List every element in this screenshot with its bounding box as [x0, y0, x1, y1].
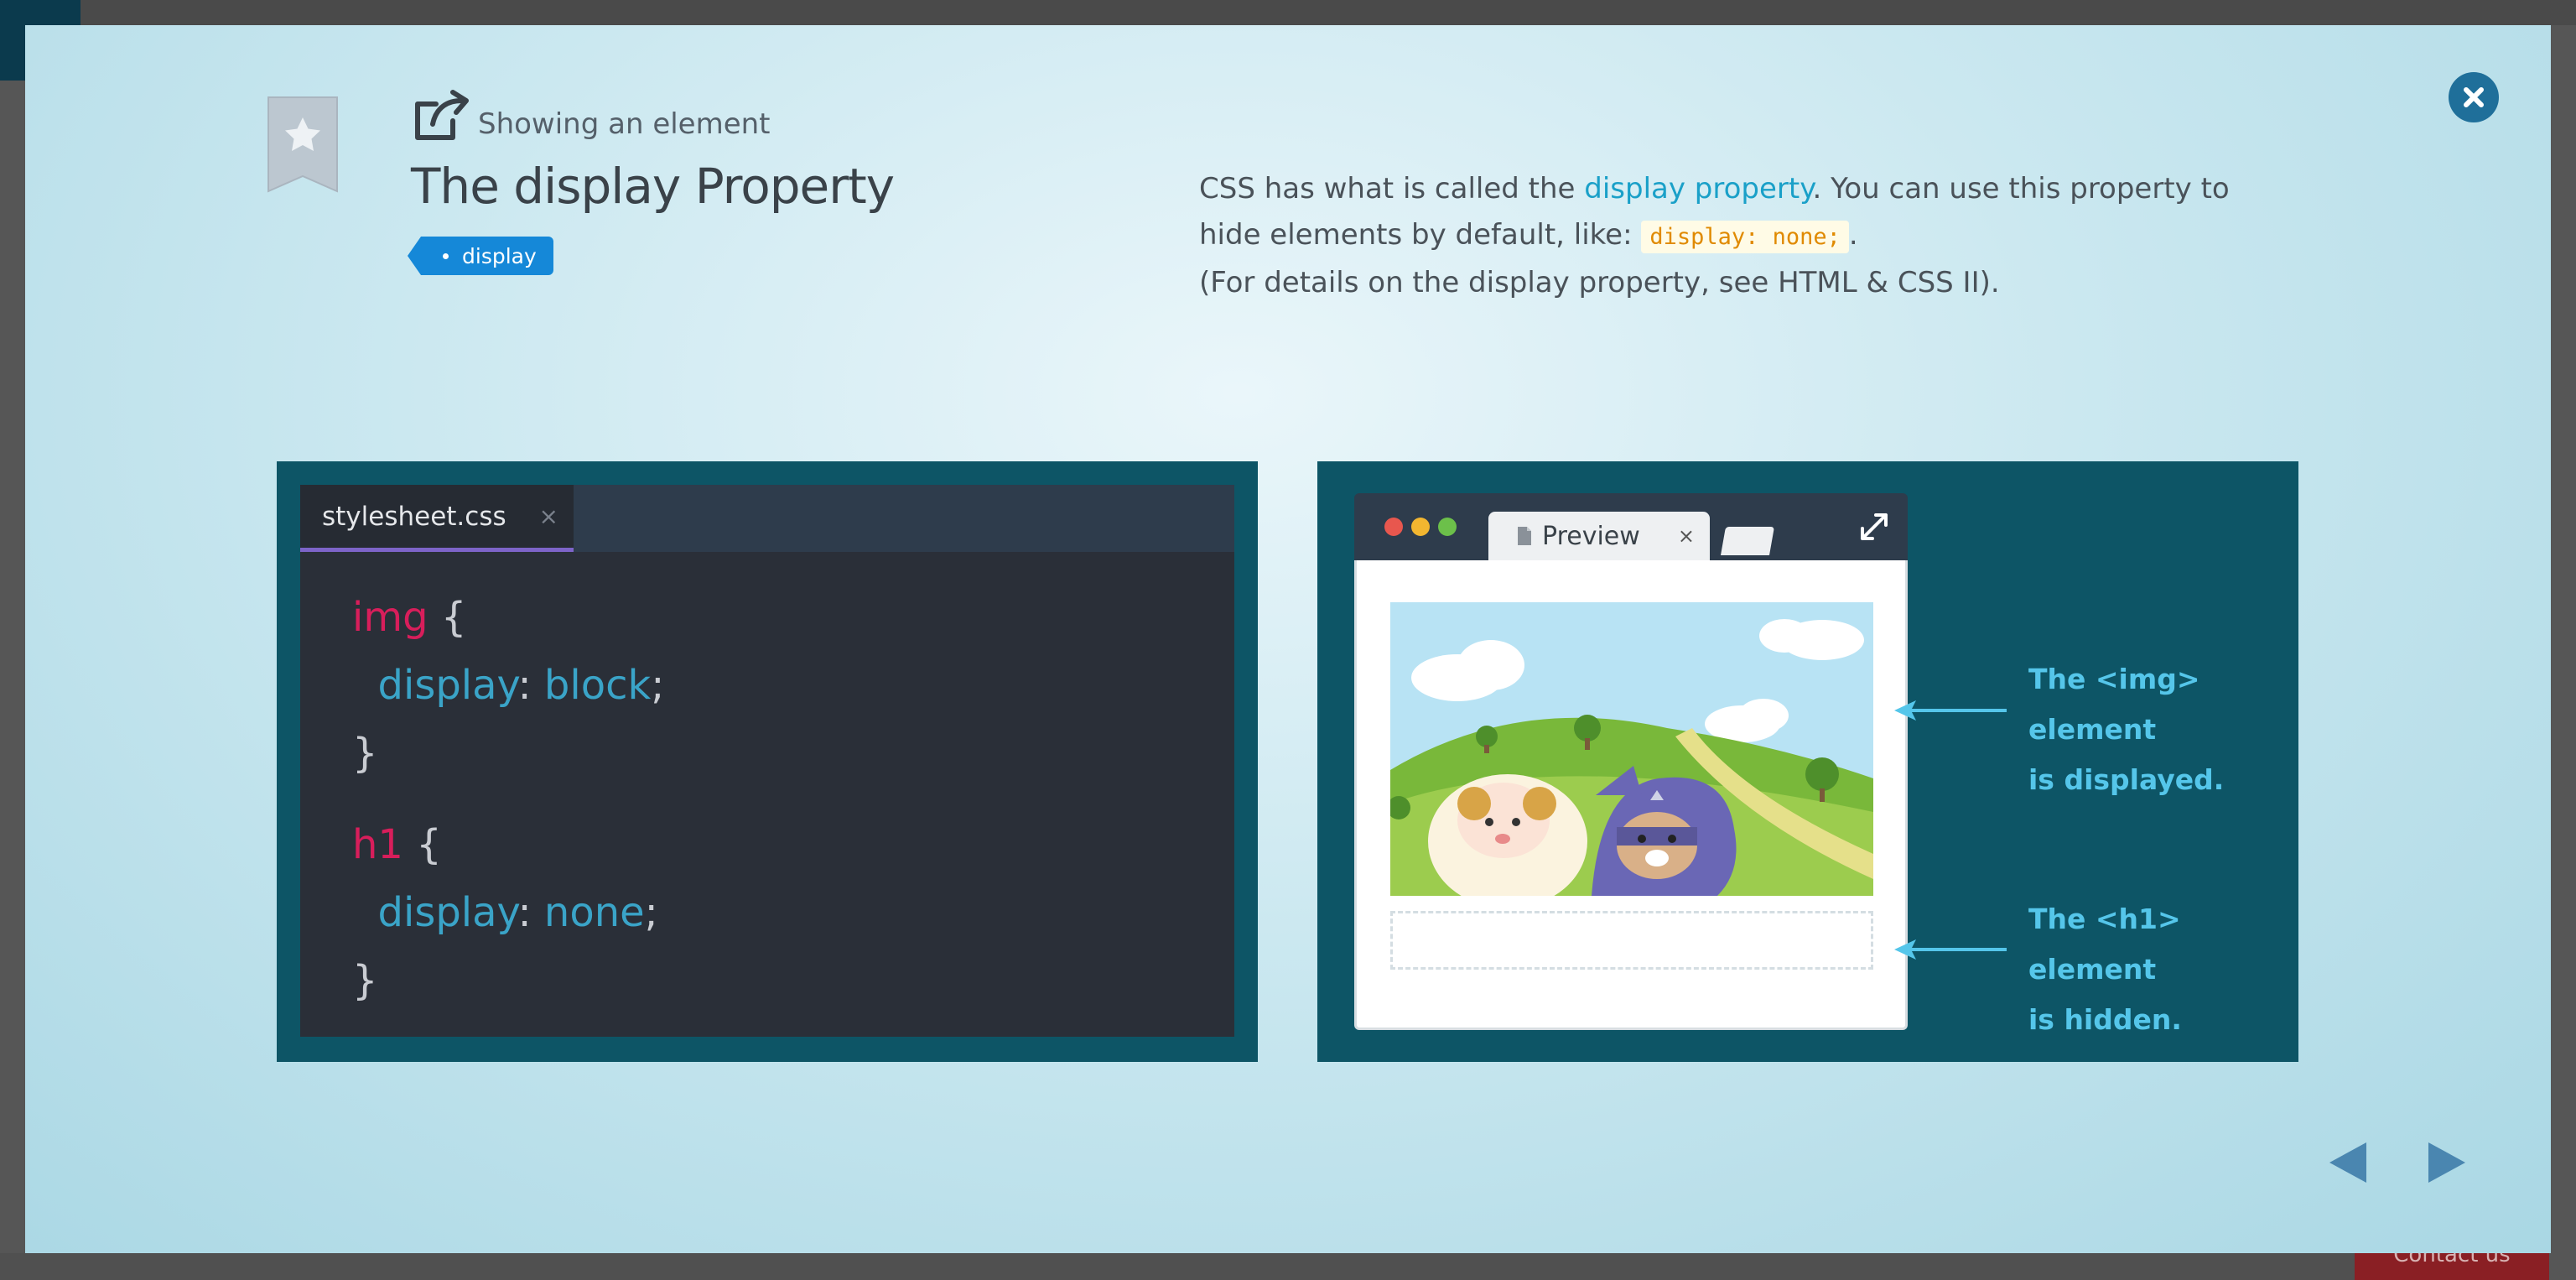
lesson-title: The display Property: [411, 158, 895, 215]
inline-code: display: none;: [1641, 221, 1849, 253]
code-punctuation: ;: [651, 662, 665, 709]
code-line: }: [352, 730, 378, 777]
bookmark-star-icon[interactable]: [267, 96, 339, 195]
window-maximize-dot: [1438, 518, 1457, 536]
code-punctuation: ;: [644, 889, 658, 936]
document-icon: [1518, 527, 1531, 545]
sheep-and-ninja-illustration: [1390, 602, 1873, 896]
code-punctuation: {: [402, 821, 442, 868]
window-minimize-dot: [1411, 518, 1430, 536]
prev-arrow-icon[interactable]: [2328, 1141, 2366, 1184]
css-selector: img: [352, 594, 428, 641]
new-tab-button[interactable]: [1721, 527, 1774, 555]
code-line: display: none;: [352, 879, 1234, 947]
css-value: block: [543, 662, 652, 709]
code-punctuation: :: [517, 889, 544, 936]
tag-dot: [443, 252, 449, 259]
lesson-header: Showing an element The display Property …: [408, 89, 895, 275]
description-text: CSS has what is called the: [1199, 172, 1585, 206]
description-text: .: [1848, 218, 1858, 252]
arrow-h1-annotation: [1894, 939, 2007, 960]
code-editor: stylesheet.css × img { display: block; }…: [300, 485, 1234, 1037]
topic-tag-label: display: [462, 243, 537, 268]
preview-browser: Preview ×: [1354, 493, 1908, 1030]
background-topbar: [0, 0, 2576, 25]
code-line: }: [352, 957, 378, 1004]
preview-page: [1354, 560, 1908, 1030]
description-note: (For details on the display property, se…: [1199, 266, 2000, 299]
img-annotation-line: The <img> element: [2028, 663, 2200, 746]
code-line: img {: [352, 584, 1234, 652]
preview-example-panel: Preview × The <img> element is displayed…: [1317, 461, 2298, 1062]
topic-tag[interactable]: display: [408, 237, 553, 275]
h1-annotation-line: The <h1> element: [2028, 903, 2181, 986]
editor-tab-bar: stylesheet.css ×: [300, 485, 1234, 552]
window-close-dot: [1384, 518, 1403, 536]
hidden-h1-placeholder: [1390, 911, 1873, 970]
img-annotation: The <img> element is displayed.: [2028, 654, 2298, 805]
external-link-icon: [415, 90, 469, 140]
close-icon: [2464, 87, 2484, 107]
tab-close-icon[interactable]: ×: [1678, 524, 1695, 548]
lesson-description: CSS has what is called the display prope…: [1199, 166, 2289, 306]
h1-annotation: The <h1> element is hidden.: [2028, 894, 2298, 1045]
css-code: img { display: block; } h1 { display: no…: [300, 552, 1234, 1015]
display-property-link[interactable]: display property: [1584, 172, 1812, 206]
code-punctuation: :: [517, 662, 544, 709]
code-example-panel: stylesheet.css × img { display: block; }…: [277, 461, 1258, 1062]
arrow-img-annotation: [1894, 700, 2007, 721]
code-punctuation: {: [428, 594, 467, 641]
close-button[interactable]: [2449, 72, 2499, 122]
lesson-subtitle: Showing an element: [478, 107, 771, 141]
css-property: display: [377, 889, 518, 936]
browser-toolbar: Preview ×: [1354, 493, 1908, 560]
tab-stylesheet[interactable]: stylesheet.css ×: [300, 485, 574, 552]
expand-icon[interactable]: [1859, 512, 1889, 542]
background-bottombar: [0, 1253, 2355, 1280]
css-selector: h1: [352, 821, 403, 868]
css-value: none: [543, 889, 645, 936]
next-arrow-icon[interactable]: [2428, 1141, 2467, 1184]
h1-annotation-line: is hidden.: [2028, 1003, 2182, 1036]
code-line: h1 {: [352, 811, 1234, 879]
preview-tab-label: Preview: [1542, 521, 1640, 551]
code-line: display: block;: [352, 652, 1234, 720]
img-annotation-line: is displayed.: [2028, 763, 2225, 796]
css-property: display: [377, 662, 518, 709]
tab-close-icon[interactable]: ×: [539, 502, 558, 530]
lesson-slide-modal: Showing an element The display Property …: [25, 25, 2551, 1253]
tab-preview[interactable]: Preview ×: [1488, 512, 1710, 560]
editor-tab-label: stylesheet.css: [322, 501, 506, 532]
